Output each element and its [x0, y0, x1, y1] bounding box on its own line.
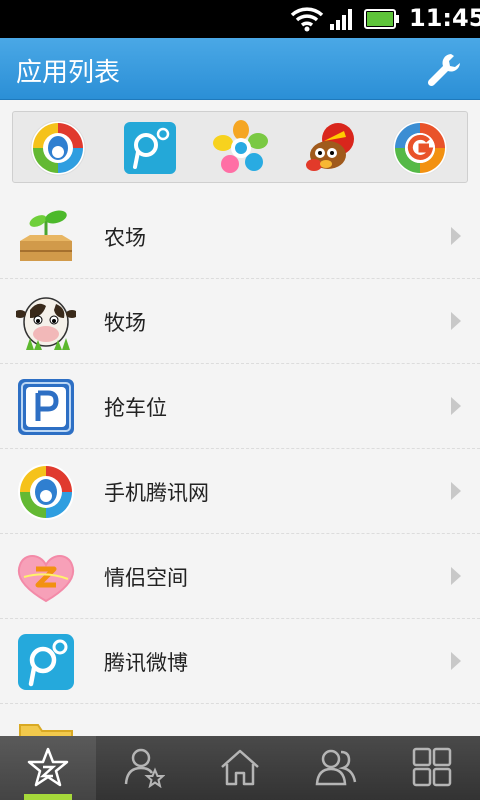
chevron-right-icon	[451, 397, 461, 415]
list-item-label: 抢车位	[104, 396, 167, 420]
page-title: 应用列表	[16, 58, 121, 88]
folder-icon	[19, 724, 73, 736]
nav-home[interactable]	[192, 736, 288, 800]
header: 应用列表	[0, 38, 480, 100]
list-item-label: 手机腾讯网	[104, 481, 209, 505]
status-time: 11:45	[409, 4, 480, 32]
cartoon-game-icon[interactable]	[302, 119, 360, 177]
home-icon	[221, 749, 259, 786]
quick-apps-bar	[12, 111, 468, 183]
tencent-weibo-icon[interactable]	[121, 119, 179, 177]
bottom-nav	[0, 736, 480, 800]
favorites-star-icon	[27, 747, 69, 787]
chevron-right-icon	[451, 652, 461, 670]
list-item-parking[interactable]: 抢车位	[0, 364, 480, 449]
parking-icon	[18, 379, 74, 435]
signal-icon	[330, 9, 352, 30]
ranch-cow-icon	[16, 297, 76, 350]
list-item-ranch[interactable]: 牧场	[0, 279, 480, 364]
farm-icon	[20, 210, 72, 261]
g-app-icon[interactable]	[391, 119, 449, 177]
app-list: 农场 牧场 抢车位 手机腾讯网 情侣空间 腾讯微博	[0, 194, 480, 736]
qq-browser-icon[interactable]	[29, 119, 87, 177]
nav-favorites[interactable]	[0, 736, 96, 800]
nav-friends[interactable]	[288, 736, 384, 800]
list-item-couple-space[interactable]: 情侣空间	[0, 534, 480, 619]
friends-icon	[315, 749, 357, 786]
tencent-mobile-web-icon	[18, 464, 74, 520]
list-item-tencent-mobile-web[interactable]: 手机腾讯网	[0, 449, 480, 534]
battery-icon	[364, 9, 399, 29]
wrench-icon[interactable]	[424, 50, 464, 90]
grid-apps-icon	[412, 747, 452, 787]
nav-contacts-star[interactable]	[96, 736, 192, 800]
wifi-icon	[290, 7, 324, 32]
list-item-farm[interactable]: 农场	[0, 194, 480, 279]
list-item-label: 情侣空间	[104, 566, 188, 590]
list-item-tencent-weibo[interactable]: 腾讯微博	[0, 619, 480, 704]
chevron-right-icon	[451, 227, 461, 245]
list-item-label: 农场	[104, 226, 146, 250]
chevron-right-icon	[451, 567, 461, 585]
contact-star-icon	[124, 748, 165, 788]
chevron-right-icon	[451, 312, 461, 330]
chevron-right-icon	[451, 482, 461, 500]
list-item-label: 牧场	[104, 311, 146, 335]
active-tab-indicator	[24, 794, 72, 800]
status-bar: 11:45	[0, 0, 480, 38]
tencent-weibo-icon	[18, 634, 74, 690]
list-item-label: 腾讯微博	[104, 651, 188, 675]
nav-apps-grid[interactable]	[384, 736, 480, 800]
list-item-partial[interactable]	[0, 704, 480, 736]
pinwheel-app-icon[interactable]	[212, 119, 270, 177]
couple-space-icon	[17, 555, 75, 603]
